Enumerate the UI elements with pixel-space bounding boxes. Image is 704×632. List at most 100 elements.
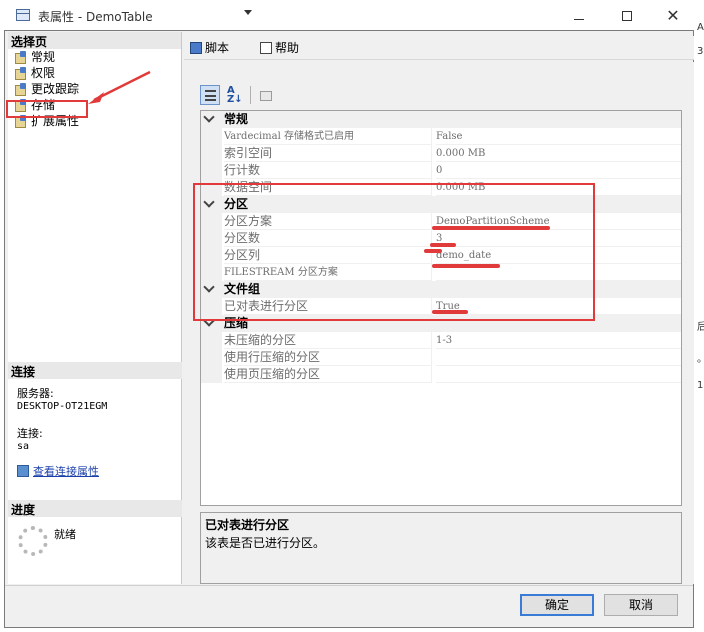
category-name: 压缩 [224, 316, 249, 330]
property-row[interactable]: 分区方案 DemoPartitionScheme [201, 213, 681, 230]
category-name: 常规 [224, 112, 249, 126]
property-grid: 常规 Vardecimal 存储格式已启用 False 索引空间 0.000 M… [200, 110, 682, 506]
property-name: 使用页压缩的分区 [224, 366, 432, 383]
edge-text-c: 后 [697, 322, 704, 333]
property-value [436, 264, 681, 281]
category-name: 文件组 [224, 282, 261, 296]
nav-item-change-tracking[interactable]: 更改跟踪 [8, 81, 181, 97]
collapse-chevron-icon[interactable] [203, 315, 215, 327]
property-row[interactable]: 分区数 3 [201, 230, 681, 247]
category-name: 分区 [224, 197, 249, 211]
property-row[interactable]: 使用页压缩的分区 [201, 366, 681, 383]
toolbar: 脚本 帮助 [184, 36, 694, 60]
collapse-chevron-icon[interactable] [203, 196, 215, 208]
property-value [436, 366, 681, 383]
maximize-icon [622, 11, 632, 21]
gutter [201, 128, 222, 145]
cancel-button[interactable]: 取消 [604, 594, 678, 616]
title-bar: 表属性 - DemoTable ✕ [0, 0, 704, 32]
property-row[interactable]: 未压缩的分区 1-3 [201, 332, 681, 349]
script-button[interactable]: 脚本 [190, 39, 229, 57]
edge-text-a: A [697, 22, 704, 33]
gutter [201, 366, 222, 383]
minimize-button[interactable] [568, 5, 590, 27]
edge-text-e: 1 [697, 380, 704, 391]
property-value: 0.000 MB [436, 145, 681, 162]
script-label: 脚本 [205, 41, 230, 55]
category-filegroup[interactable]: 文件组 [201, 281, 681, 298]
gutter [201, 162, 222, 179]
ok-button[interactable]: 确定 [520, 594, 594, 616]
help-icon [260, 42, 272, 54]
maximize-button[interactable] [616, 5, 638, 27]
property-name: 行计数 [224, 162, 432, 179]
properties-icon [17, 465, 29, 477]
property-pages-icon [260, 91, 272, 101]
categorized-icon [205, 90, 216, 101]
property-value: True [436, 298, 681, 315]
nav-item-label: 更改跟踪 [31, 82, 80, 96]
gutter [201, 145, 222, 162]
page-icon [14, 51, 28, 64]
script-icon [190, 42, 202, 54]
edge-text-b: 3 [697, 46, 704, 57]
property-row[interactable]: 分区列 demo_date [201, 247, 681, 264]
property-value: DemoPartitionScheme [436, 213, 681, 230]
link-label: 查看连接属性 [33, 465, 99, 478]
nav-item-general[interactable]: 常规 [8, 49, 181, 65]
description-panel: 已对表进行分区 该表是否已进行分区。 [200, 512, 682, 584]
server-value: DESKTOP-OT21EGM [17, 401, 108, 412]
property-value [436, 349, 681, 366]
edge-text-d: 。 [697, 350, 704, 365]
property-row[interactable]: 使用行压缩的分区 [201, 349, 681, 366]
gutter [201, 349, 222, 366]
alphabetical-button[interactable]: A Z↓ [224, 85, 244, 105]
property-name: 使用行压缩的分区 [224, 349, 432, 366]
progress-status: 就绪 [54, 528, 76, 541]
property-value: False [436, 128, 681, 145]
gutter [201, 179, 222, 196]
nav-item-label: 常规 [31, 50, 56, 64]
gutter [201, 264, 222, 281]
connection-value: sa [17, 441, 30, 452]
page-icon [14, 67, 28, 80]
select-page-header: 选择页 [8, 32, 181, 49]
help-button[interactable]: 帮助 [260, 39, 299, 57]
property-row[interactable]: 索引空间 0.000 MB [201, 145, 681, 162]
gutter [201, 332, 222, 349]
property-row[interactable]: FILESTREAM 分区方案 [201, 264, 681, 281]
description-title: 已对表进行分区 [205, 518, 290, 532]
close-button[interactable]: ✕ [662, 5, 684, 27]
property-name: Vardecimal 存储格式已启用 [224, 128, 432, 145]
nav-item-permissions[interactable]: 权限 [8, 65, 181, 81]
property-row[interactable]: 行计数 0 [201, 162, 681, 179]
property-pages-button[interactable] [255, 85, 275, 105]
category-partition[interactable]: 分区 [201, 196, 681, 213]
property-name: FILESTREAM 分区方案 [224, 264, 432, 281]
description-text: 该表是否已进行分区。 [205, 536, 326, 550]
category-general[interactable]: 常规 [201, 111, 681, 128]
script-dropdown-arrow-icon[interactable] [244, 10, 252, 15]
connection-label: 连接: [17, 427, 43, 440]
property-row[interactable]: Vardecimal 存储格式已启用 False [201, 128, 681, 145]
category-compression[interactable]: 压缩 [201, 315, 681, 332]
property-value: 0.000 MB [436, 179, 681, 196]
collapse-chevron-icon[interactable] [203, 111, 215, 123]
view-connection-properties-link[interactable]: 查看连接属性 [8, 463, 182, 479]
property-value: 3 [436, 230, 681, 247]
minimize-icon [574, 19, 584, 20]
gutter [201, 298, 222, 315]
page-icon [14, 83, 28, 96]
categorized-button[interactable] [200, 85, 220, 105]
connection-section: 连接 服务器: DESKTOP-OT21EGM 连接: sa 查看连接属性 [8, 362, 182, 479]
property-row[interactable]: 已对表进行分区 True [201, 298, 681, 315]
collapse-chevron-icon[interactable] [203, 281, 215, 293]
property-row[interactable]: 数据空间 0.000 MB [201, 179, 681, 196]
toolbar-separator [250, 86, 251, 104]
gutter [201, 247, 222, 264]
nav-item-label: 权限 [31, 66, 56, 80]
property-value: 1-3 [436, 332, 681, 349]
right-edge [696, 0, 704, 632]
property-name: 索引空间 [224, 145, 432, 162]
server-label: 服务器: [17, 387, 54, 400]
